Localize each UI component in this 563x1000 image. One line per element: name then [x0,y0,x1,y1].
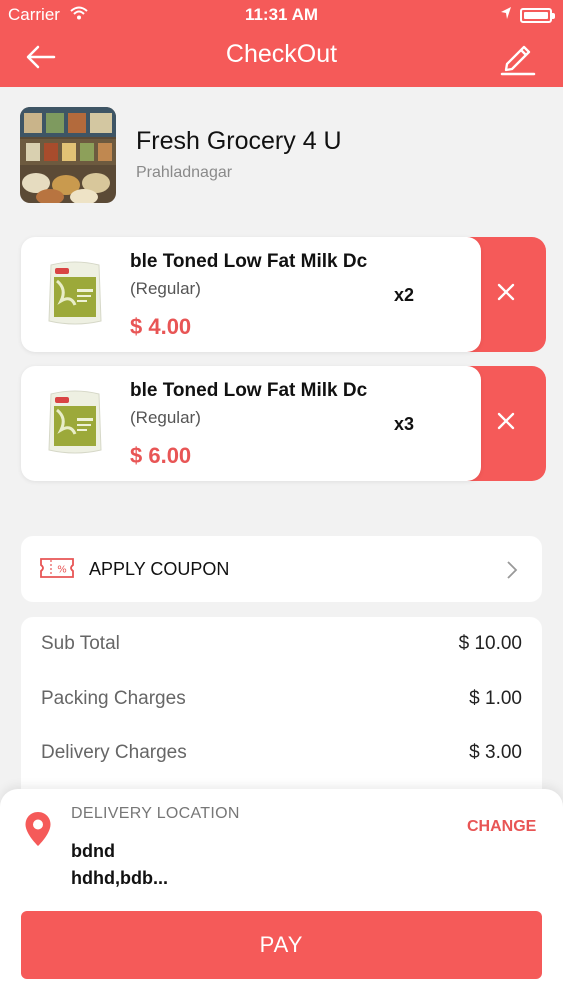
product-variant: (Regular) [130,279,201,298]
packing-charges-label: Packing Charges [41,688,186,709]
cart-item: ble Toned Low Fat Milk Dc (Regular) $ 4.… [21,237,546,352]
close-icon [497,283,515,301]
page-title: CheckOut [225,40,338,68]
apply-coupon-row[interactable]: % APPLY COUPON [21,536,542,602]
packing-charges-value: $ 1.00 [469,688,522,709]
product-quantity: x2 [394,285,415,305]
product-variant: (Regular) [130,408,201,427]
product-name: ble Toned Low Fat Milk Dc [130,251,368,272]
product-price: $ 6.00 [130,443,192,468]
apply-coupon-label: APPLY COUPON [89,559,230,579]
battery-icon [520,8,555,23]
pencil-icon[interactable] [498,37,538,77]
subtotal-label: Sub Total [41,633,120,654]
subtotal-value: $ 10.00 [458,633,522,654]
product-image [45,388,105,458]
status-bar: Carrier 11:31 AM [0,0,563,30]
delivery-charges-value: $ 3.00 [469,742,522,763]
store-area: Prahladnagar [136,164,233,181]
nav-bar: CheckOut [0,30,563,87]
store-name: Fresh Grocery 4 U [136,127,342,155]
store-thumbnail [20,107,116,203]
app-header: Carrier 11:31 AM CheckOut [0,0,563,87]
product-price: $ 4.00 [130,314,192,339]
cart-item-card: ble Toned Low Fat Milk Dc (Regular) $ 4.… [21,237,481,352]
product-name: ble Toned Low Fat Milk Dc [130,380,368,401]
change-location-button[interactable]: CHANGE [467,818,536,836]
store-info: Fresh Grocery 4 U Prahladnagar [20,107,540,203]
cart-item: ble Toned Low Fat Milk Dc (Regular) $ 6.… [21,366,546,481]
bill-summary: Sub Total $ 10.00 Packing Charges $ 1.00… [21,617,542,817]
cart-item-card: ble Toned Low Fat Milk Dc (Regular) $ 6.… [21,366,481,481]
product-image [45,259,105,329]
status-time: 11:31 AM [244,5,319,24]
svg-text:%: % [57,565,67,576]
delivery-location-heading: DELIVERY LOCATION [71,805,240,822]
location-arrow-icon [500,5,512,25]
address-line-2: hdhd,bdb... [71,868,168,888]
coupon-ticket-icon: % [39,557,75,584]
product-quantity: x3 [394,414,415,434]
delivery-charges-label: Delivery Charges [41,742,187,763]
address-line-1: bdnd [71,841,115,861]
pay-button[interactable]: PAY [21,911,542,979]
map-pin-icon [24,811,52,852]
close-icon [497,412,515,430]
chevron-right-icon [506,560,518,585]
